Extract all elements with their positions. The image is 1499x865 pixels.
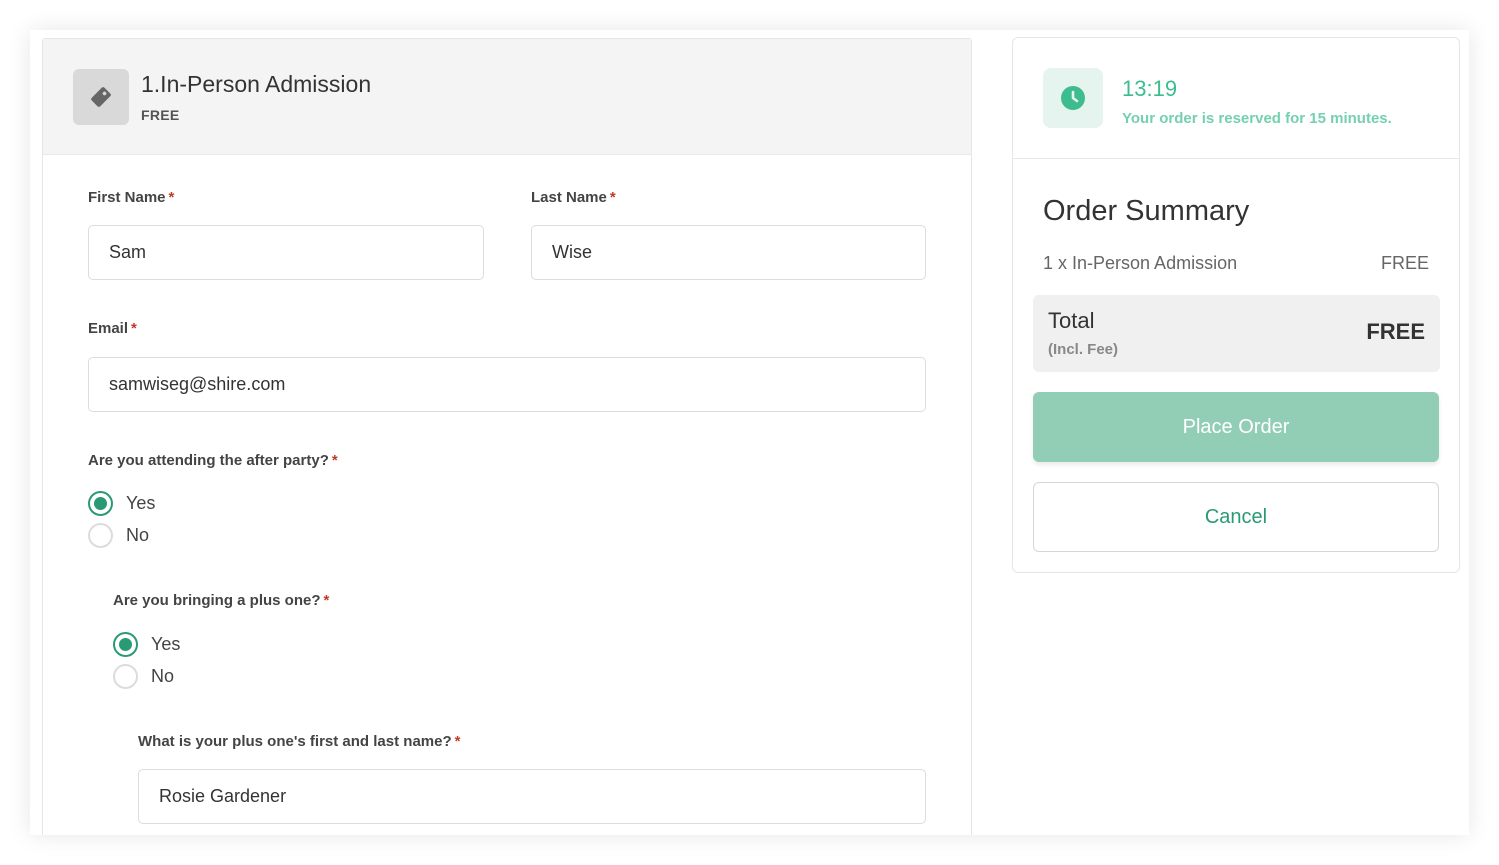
last-name-value: Wise xyxy=(552,242,592,262)
first-name-input[interactable]: Sam xyxy=(88,225,484,280)
total-fee-note: (Incl. Fee) xyxy=(1048,341,1119,358)
plus-one-no-label: No xyxy=(151,666,175,686)
plus-one-name-label-text: What is your plus one's first and last n… xyxy=(138,733,452,750)
email-label-text: Email xyxy=(88,320,129,337)
total-value: FREE xyxy=(1366,319,1425,344)
cancel-button[interactable]: Cancel xyxy=(1033,482,1439,552)
after-party-yes-option[interactable]: Yes xyxy=(88,491,155,516)
plus-one-no-option[interactable]: No xyxy=(113,664,174,689)
after-party-no-label: No xyxy=(126,525,150,545)
required-marker: * xyxy=(609,189,616,206)
after-party-no-radio[interactable] xyxy=(88,523,113,548)
place-order-button[interactable]: Place Order xyxy=(1033,392,1439,462)
line-item-label: 1 x In-Person Admission xyxy=(1043,253,1238,273)
required-marker: * xyxy=(168,189,175,206)
reservation-timer: 13:19 Your order is reserved for 15 minu… xyxy=(1013,38,1459,159)
order-summary-title: Order Summary xyxy=(1043,195,1250,227)
ticket-title: 1.In-Person Admission xyxy=(141,71,372,97)
plus-one-name-value: Rosie Gardener xyxy=(159,786,287,806)
after-party-no-option[interactable]: No xyxy=(88,523,149,548)
first-name-label: First Name * xyxy=(88,189,174,206)
last-name-label-text: Last Name xyxy=(531,189,607,206)
plus-one-yes-option[interactable]: Yes xyxy=(113,632,180,657)
plus-one-question: Are you bringing a plus one? * xyxy=(113,592,329,609)
after-party-question-text: Are you attending the after party? xyxy=(88,452,329,469)
plus-one-name-label: What is your plus one's first and last n… xyxy=(138,733,460,750)
checkout-frame: 1.In-Person Admission FREE First Name * S… xyxy=(30,30,1469,835)
total-label: Total xyxy=(1048,308,1095,333)
required-marker: * xyxy=(323,592,330,609)
first-name-label-text: First Name xyxy=(88,189,166,206)
email-input[interactable]: samwiseg@shire.com xyxy=(88,357,926,412)
required-marker: * xyxy=(331,452,338,469)
total-box: Total (Incl. Fee) FREE xyxy=(1033,295,1440,372)
required-marker: * xyxy=(454,733,461,750)
line-item-price: FREE xyxy=(1380,253,1429,273)
order-summary-card: 13:19 Your order is reserved for 15 minu… xyxy=(1012,37,1460,573)
last-name-input[interactable]: Wise xyxy=(531,225,926,280)
plus-one-name-input[interactable]: Rosie Gardener xyxy=(138,769,926,824)
required-marker: * xyxy=(131,320,137,337)
last-name-label: Last Name * xyxy=(531,189,616,206)
plus-one-no-radio[interactable] xyxy=(113,664,138,689)
email-label: Email * xyxy=(88,320,137,337)
ticket-attendee-card: 1.In-Person Admission FREE First Name * S… xyxy=(42,38,972,835)
after-party-yes-radio[interactable] xyxy=(88,491,113,516)
email-value: samwiseg@shire.com xyxy=(109,374,286,394)
first-name-value: Sam xyxy=(109,242,147,262)
ticket-tag-icon xyxy=(73,69,129,125)
clock-icon xyxy=(1043,68,1103,128)
after-party-yes-label: Yes xyxy=(126,493,156,513)
timer-note: Your order is reserved for 15 minutes. xyxy=(1122,110,1392,127)
timer-countdown: 13:19 xyxy=(1122,76,1178,101)
plus-one-question-text: Are you bringing a plus one? xyxy=(113,592,321,609)
after-party-question: Are you attending the after party? * xyxy=(88,452,338,469)
ticket-header: 1.In-Person Admission FREE xyxy=(43,39,971,155)
ticket-price: FREE xyxy=(141,107,180,123)
plus-one-yes-label: Yes xyxy=(151,634,181,654)
plus-one-yes-radio[interactable] xyxy=(113,632,138,657)
